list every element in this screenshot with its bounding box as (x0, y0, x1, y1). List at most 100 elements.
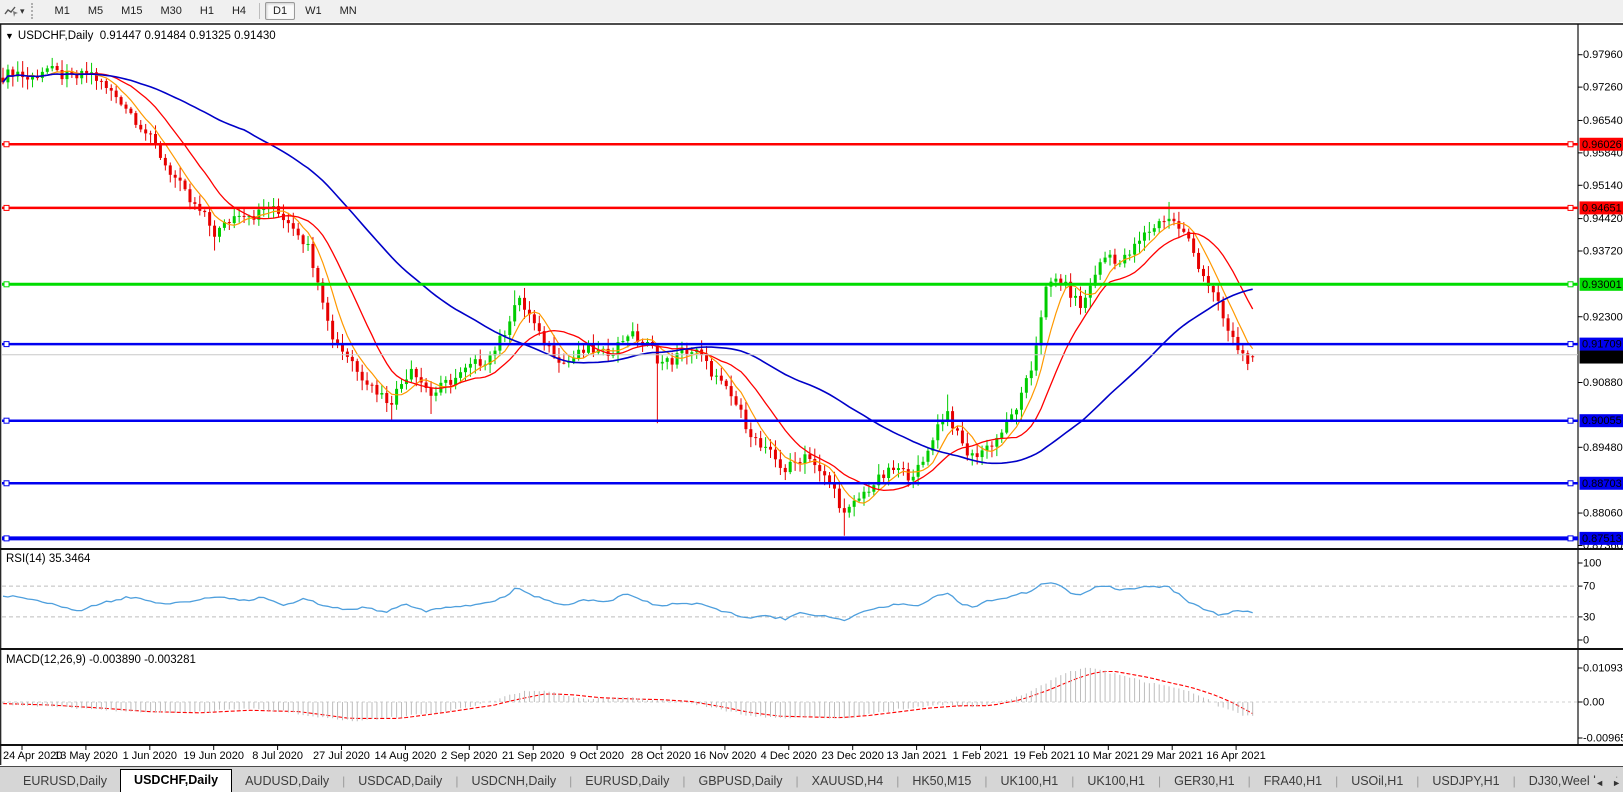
macd-histogram (3, 668, 1253, 721)
candle-body (164, 158, 167, 165)
candle-body (1020, 393, 1023, 410)
timeframe-m30-button[interactable]: M30 (153, 2, 190, 20)
x-axis-date: 9 Oct 2020 (570, 750, 624, 762)
candle-body (843, 508, 846, 512)
rsi-indicator-label: RSI(14) 35.3464 (6, 553, 90, 565)
candle-body (690, 352, 693, 354)
toolbar-separator (259, 3, 260, 19)
candle-body (961, 431, 964, 444)
x-axis-date: 27 Jul 2020 (313, 750, 370, 762)
tab-usoil-h1[interactable]: USOil,H1 (1338, 770, 1416, 792)
candle-body (1158, 221, 1161, 228)
price-tick-label: 0.94420 (1583, 213, 1623, 225)
tab-audusd-daily[interactable]: AUDUSD,Daily (232, 770, 342, 792)
tab-ger30-h1[interactable]: GER30,H1 (1161, 770, 1247, 792)
chart-cursor-icon[interactable] (2, 3, 20, 19)
candle-body (966, 443, 969, 455)
candle-body (400, 384, 403, 389)
candle-body (361, 372, 364, 381)
candle-body (803, 454, 806, 463)
tab-eurusd-daily[interactable]: EURUSD,Daily (572, 770, 682, 792)
candle-body (1241, 350, 1244, 353)
candle-body (134, 113, 137, 125)
candle-body (213, 226, 216, 237)
candle-body (238, 216, 241, 217)
candle-body (523, 298, 526, 310)
timeframe-mn-button[interactable]: MN (332, 2, 365, 20)
tab-usdjpy-h1[interactable]: USDJPY,H1 (1419, 770, 1512, 792)
candle-body (1197, 253, 1200, 269)
candle-body (316, 268, 319, 282)
candle-body (115, 91, 118, 97)
tabs-scroll-left-button[interactable]: ◄ (1595, 778, 1604, 788)
timeframe-h1-button[interactable]: H1 (192, 2, 222, 20)
candle-body (769, 447, 772, 450)
collapse-triangle-icon[interactable]: ▼ (5, 31, 14, 41)
line-anchor-marker (1568, 481, 1573, 486)
price-tick-label: 0.97960 (1583, 49, 1623, 61)
candle-body (1054, 279, 1057, 282)
line-anchor-marker (4, 142, 9, 147)
candle-body (110, 88, 113, 91)
timeframe-m15-button[interactable]: M15 (113, 2, 150, 20)
candle-body (562, 363, 565, 364)
line-anchor-marker (4, 282, 9, 287)
candle-body (858, 499, 861, 501)
toolbar-drag-handle[interactable] (31, 3, 38, 19)
tab-xauusd-h4[interactable]: XAUUSD,H4 (799, 770, 897, 792)
timeframe-h4-button[interactable]: H4 (224, 2, 254, 20)
tab-usdcnh-daily[interactable]: USDCNH,Daily (458, 770, 569, 792)
candle-body (375, 385, 378, 395)
candle-body (971, 453, 974, 455)
caret-down-icon[interactable]: ▾ (20, 6, 25, 17)
macd-tick-label: 0.00 (1583, 697, 1604, 709)
candle-body (292, 223, 295, 229)
price-tick-label: 0.89480 (1583, 442, 1623, 454)
candle-body (922, 462, 925, 465)
tab-hk50-m15[interactable]: HK50,M15 (899, 770, 984, 792)
tab-eurusd-daily[interactable]: EURUSD,Daily (10, 770, 120, 792)
chart-symbol: USDCHF,Daily (18, 30, 93, 42)
current-price-label-text: 0.91430 (1582, 352, 1622, 364)
price-level-label-text: 0.87513 (1582, 533, 1622, 545)
timeframe-m1-button[interactable]: M1 (47, 2, 78, 20)
chart-canvas[interactable]: 0.979600.972600.965400.958400.951400.944… (0, 22, 1623, 766)
timeframe-m5-button[interactable]: M5 (80, 2, 111, 20)
tabs-scroll-right-button[interactable]: ► (1612, 778, 1621, 788)
tab-usdchf-daily[interactable]: USDCHF,Daily (120, 769, 232, 792)
x-axis-date: 14 Aug 2020 (375, 750, 437, 762)
timeframe-w1-button[interactable]: W1 (297, 2, 330, 20)
candle-body (577, 350, 580, 358)
candle-body (853, 501, 856, 507)
candle-body (208, 212, 211, 226)
candle-body (907, 469, 910, 480)
candle-body (1153, 228, 1156, 232)
mt4-window: ▾ M1M5M15M30H1H4 D1W1MN 0.97960 0.97260 0.9… (0, 0, 1623, 792)
tab-fra40-h1[interactable]: FRA40,H1 (1251, 770, 1335, 792)
tab-uk100-h1[interactable]: UK100,H1 (988, 770, 1072, 792)
tab-uk100-h1[interactable]: UK100,H1 (1074, 770, 1158, 792)
x-axis-date: 28 Oct 2020 (631, 750, 691, 762)
candle-body (449, 380, 452, 385)
line-anchor-marker (1568, 418, 1573, 423)
candle-body (1192, 238, 1195, 252)
line-anchor-marker (4, 536, 9, 541)
candle-body (302, 235, 305, 244)
price-level-label-text: 0.96026 (1582, 139, 1622, 151)
candle-body (469, 364, 472, 368)
price-tick-label: 0.97260 (1583, 82, 1623, 94)
x-axis-date: 21 Sep 2020 (502, 750, 564, 762)
candle-body (139, 125, 142, 130)
tab-gbpusd-daily[interactable]: GBPUSD,Daily (685, 770, 795, 792)
candle-body (538, 323, 541, 331)
timeframe-buttons: M1M5M15M30H1H4 D1W1MN (46, 0, 366, 22)
timeframe-d1-button[interactable]: D1 (265, 2, 295, 20)
candle-body (976, 453, 979, 457)
candle-body (926, 451, 929, 462)
candle-body (715, 376, 718, 377)
macd-tick-label: -0.009653 (1583, 732, 1623, 744)
line-anchor-marker (1568, 282, 1573, 287)
candle-body (720, 376, 723, 381)
tab-usdcad-daily[interactable]: USDCAD,Daily (345, 770, 455, 792)
line-anchor-marker (4, 418, 9, 423)
